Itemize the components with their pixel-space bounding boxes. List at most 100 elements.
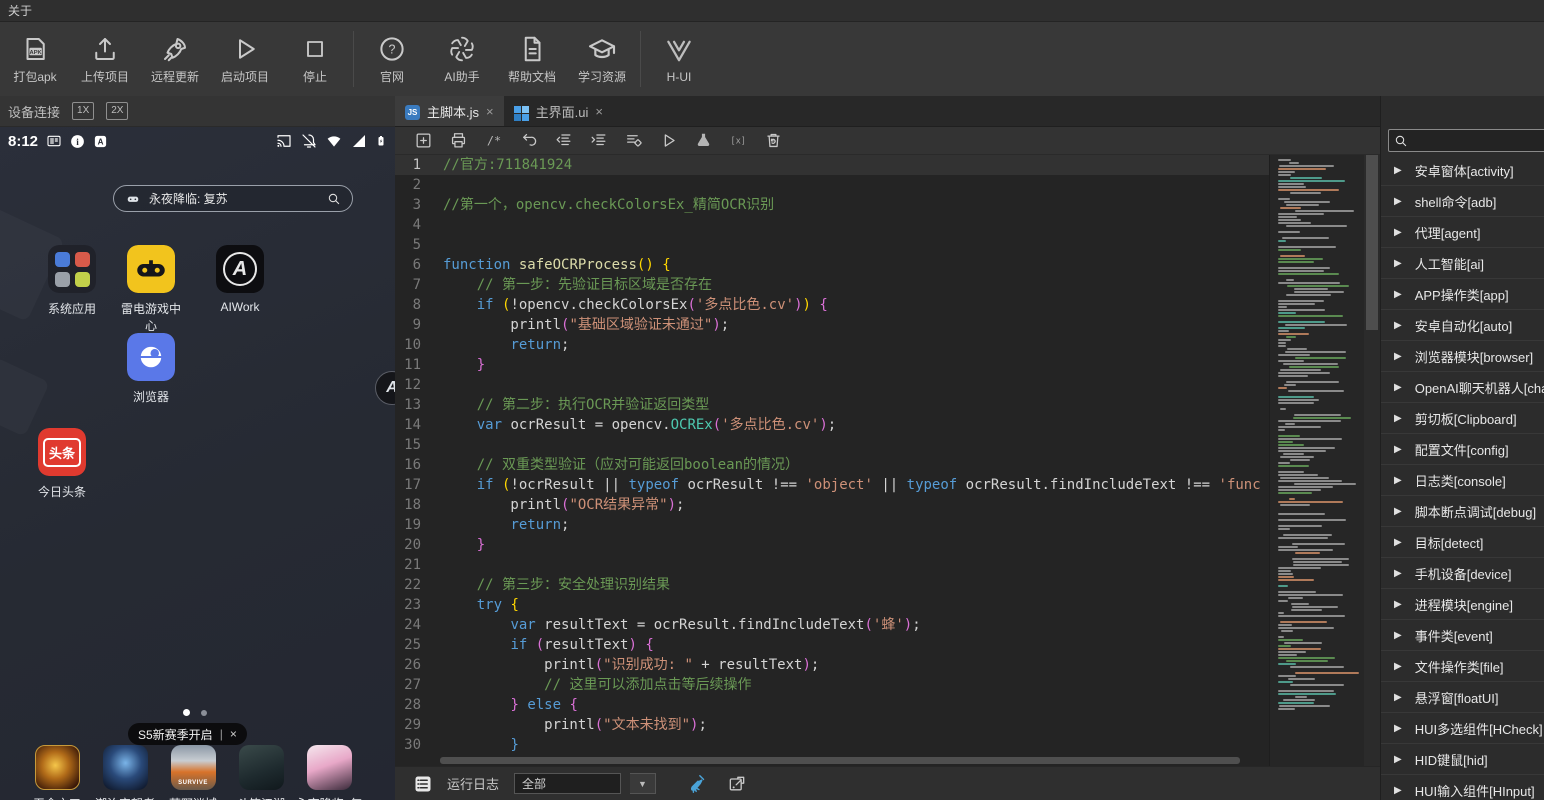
expand-arrow-icon[interactable]: ▶ [1394, 351, 1402, 362]
api-category-item[interactable]: ▶剪切板[Clipboard] [1381, 403, 1544, 434]
expand-arrow-icon[interactable]: ▶ [1394, 413, 1402, 424]
api-category-item[interactable]: ▶安卓自动化[auto] [1381, 310, 1544, 341]
expand-arrow-icon[interactable]: ▶ [1394, 599, 1402, 610]
expand-arrow-icon[interactable]: ▶ [1394, 785, 1402, 796]
app-icon-浏览器[interactable]: 浏览器 [117, 333, 185, 405]
api-category-item[interactable]: ▶HID键鼠[hid] [1381, 744, 1544, 775]
format-icon[interactable] [616, 129, 651, 153]
indent-icon[interactable] [581, 129, 616, 153]
minimap-line [1278, 462, 1290, 464]
api-category-item[interactable]: ▶OpenAI聊天机器人[cha [1381, 372, 1544, 403]
api-category-item[interactable]: ▶浏览器模块[browser] [1381, 341, 1544, 372]
app-icon-今日头条[interactable]: 头条今日头条 [28, 428, 96, 500]
expand-arrow-icon[interactable]: ▶ [1394, 630, 1402, 641]
expand-arrow-icon[interactable]: ▶ [1394, 475, 1402, 486]
toolbar-button-官网[interactable]: ?官网 [357, 27, 427, 91]
dock-icon-荒野迷城[interactable]: SURVIVE荒野迷城 [160, 745, 226, 800]
api-category-item[interactable]: ▶安卓窗体[activity] [1381, 155, 1544, 186]
expand-arrow-icon[interactable]: ▶ [1394, 196, 1402, 207]
line-number: 19 [395, 515, 443, 535]
tab-close-icon[interactable]: × [486, 104, 494, 119]
api-category-item[interactable]: ▶事件类[event] [1381, 620, 1544, 651]
app-icon-系统应用[interactable]: 系统应用 [38, 245, 106, 317]
api-category-item[interactable]: ▶文件操作类[file] [1381, 651, 1544, 682]
dock-icon-永夜降临: 复[interactable]: 永夜降临: 复 [296, 745, 362, 800]
toolbar-button-启动项目[interactable]: 启动项目 [210, 27, 280, 91]
clear-log-broom-icon[interactable] [683, 773, 713, 795]
api-category-item[interactable]: ▶人工智能[ai] [1381, 248, 1544, 279]
api-category-item[interactable]: ▶悬浮窗[floatUI] [1381, 682, 1544, 713]
toolbar-button-停止[interactable]: 停止 [280, 27, 350, 91]
api-category-item[interactable]: ▶进程模块[engine] [1381, 589, 1544, 620]
api-category-item[interactable]: ▶目标[detect] [1381, 527, 1544, 558]
run-log-bar: 运行日志 全部 ▼ [395, 766, 1380, 800]
editor-tab-主脚本.js[interactable]: JS主脚本.js× [395, 96, 504, 126]
expand-arrow-icon[interactable]: ▶ [1394, 537, 1402, 548]
add-icon[interactable] [406, 129, 441, 153]
app-icon-雷电游戏中心[interactable]: 雷电游戏中心 [117, 245, 185, 334]
api-category-item[interactable]: ▶shell命令[adb] [1381, 186, 1544, 217]
api-category-item[interactable]: ▶配置文件[config] [1381, 434, 1544, 465]
dock-icon-潮汐守望者[interactable]: 潮汐守望者 [92, 745, 158, 800]
api-category-item[interactable]: ▶代理[agent] [1381, 217, 1544, 248]
test-flask-icon[interactable] [686, 129, 721, 153]
outdent-icon[interactable] [546, 129, 581, 153]
export-log-icon[interactable] [722, 774, 752, 794]
api-category-item[interactable]: ▶日志类[console] [1381, 465, 1544, 496]
expand-arrow-icon[interactable]: ▶ [1394, 165, 1402, 176]
toolbar-button-远程更新[interactable]: 远程更新 [140, 27, 210, 91]
dock-icon-吞食之刃[interactable]: 吞食之刃 [24, 745, 90, 800]
toolbar-button-H-UI[interactable]: H-UI [644, 27, 714, 91]
log-filter-dropdown-arrow[interactable]: ▼ [630, 773, 656, 794]
api-category-item[interactable]: ▶APP操作类[app] [1381, 279, 1544, 310]
api-category-item[interactable]: ▶HUI多选组件[HCheck] [1381, 713, 1544, 744]
log-filter-select[interactable]: 全部 [514, 773, 621, 794]
editor-horizontal-scrollbar[interactable] [440, 757, 1240, 764]
zoom-1x-button[interactable]: 1X [72, 102, 94, 120]
menu-about[interactable]: 关于 [2, 0, 38, 21]
print-icon[interactable] [441, 129, 476, 153]
expand-arrow-icon[interactable]: ▶ [1394, 289, 1402, 300]
toolbar-button-帮助文档[interactable]: 帮助文档 [497, 27, 567, 91]
expand-arrow-icon[interactable]: ▶ [1394, 320, 1402, 331]
api-category-item[interactable]: ▶HUI输入组件[HInput] [1381, 775, 1544, 800]
assistant-float-bubble[interactable]: A [375, 371, 395, 405]
editor-vertical-scrollbar[interactable] [1364, 155, 1380, 766]
device-screen-mirror[interactable]: 8:12 iA 永夜降临: 复苏 系统应用雷电游戏中心AAIWork浏览器头条今… [0, 127, 395, 800]
minimap-line [1278, 318, 1364, 320]
scrollbar-thumb[interactable] [1366, 155, 1378, 330]
tab-close-icon[interactable]: × [595, 104, 603, 119]
expand-arrow-icon[interactable]: ▶ [1394, 568, 1402, 579]
code-minimap[interactable] [1269, 155, 1364, 766]
api-category-item[interactable]: ▶脚本断点调试[debug] [1381, 496, 1544, 527]
dock-icon-斗笠江湖[interactable]: 斗笠江湖 [228, 745, 294, 800]
expand-arrow-icon[interactable]: ▶ [1394, 227, 1402, 238]
api-category-item[interactable]: ▶手机设备[device] [1381, 558, 1544, 589]
editor-tab-主界面.ui[interactable]: 主界面.ui× [504, 96, 613, 126]
run-icon[interactable] [651, 129, 686, 153]
toolbar-button-上传项目[interactable]: 上传项目 [70, 27, 140, 91]
zoom-2x-button[interactable]: 2X [106, 102, 128, 120]
phone-search-bar[interactable]: 永夜降临: 复苏 [113, 185, 353, 212]
device-header-title: 设备连接 [8, 102, 60, 121]
expand-arrow-icon[interactable]: ▶ [1394, 754, 1402, 765]
expand-arrow-icon[interactable]: ▶ [1394, 382, 1402, 393]
expand-arrow-icon[interactable]: ▶ [1394, 661, 1402, 672]
clear-trash-icon[interactable] [756, 129, 791, 153]
expand-arrow-icon[interactable]: ▶ [1394, 258, 1402, 269]
undo-icon[interactable] [511, 129, 546, 153]
expand-arrow-icon[interactable]: ▶ [1394, 444, 1402, 455]
expand-arrow-icon[interactable]: ▶ [1394, 506, 1402, 517]
app-icon-AIWork[interactable]: AAIWork [206, 245, 274, 314]
expand-arrow-icon[interactable]: ▶ [1394, 723, 1402, 734]
toolbar-button-学习资源[interactable]: 学习资源 [567, 27, 637, 91]
toolbar-button-打包apk[interactable]: APK打包apk [0, 27, 70, 91]
expand-arrow-icon[interactable]: ▶ [1394, 692, 1402, 703]
code-line-14: 14 var ocrResult = opencv.OCREx('多点比色.cv… [395, 415, 1380, 435]
toolbar-button-AI助手[interactable]: AI助手 [427, 27, 497, 91]
variable-icon[interactable]: [x] [721, 129, 756, 153]
code-area[interactable]: 1//官方:71184192423//第一个，opencv.checkColor… [395, 155, 1380, 766]
api-search-input[interactable] [1388, 129, 1544, 152]
promo-close-icon[interactable]: × [230, 727, 237, 741]
comment-icon[interactable]: /* [476, 129, 511, 153]
